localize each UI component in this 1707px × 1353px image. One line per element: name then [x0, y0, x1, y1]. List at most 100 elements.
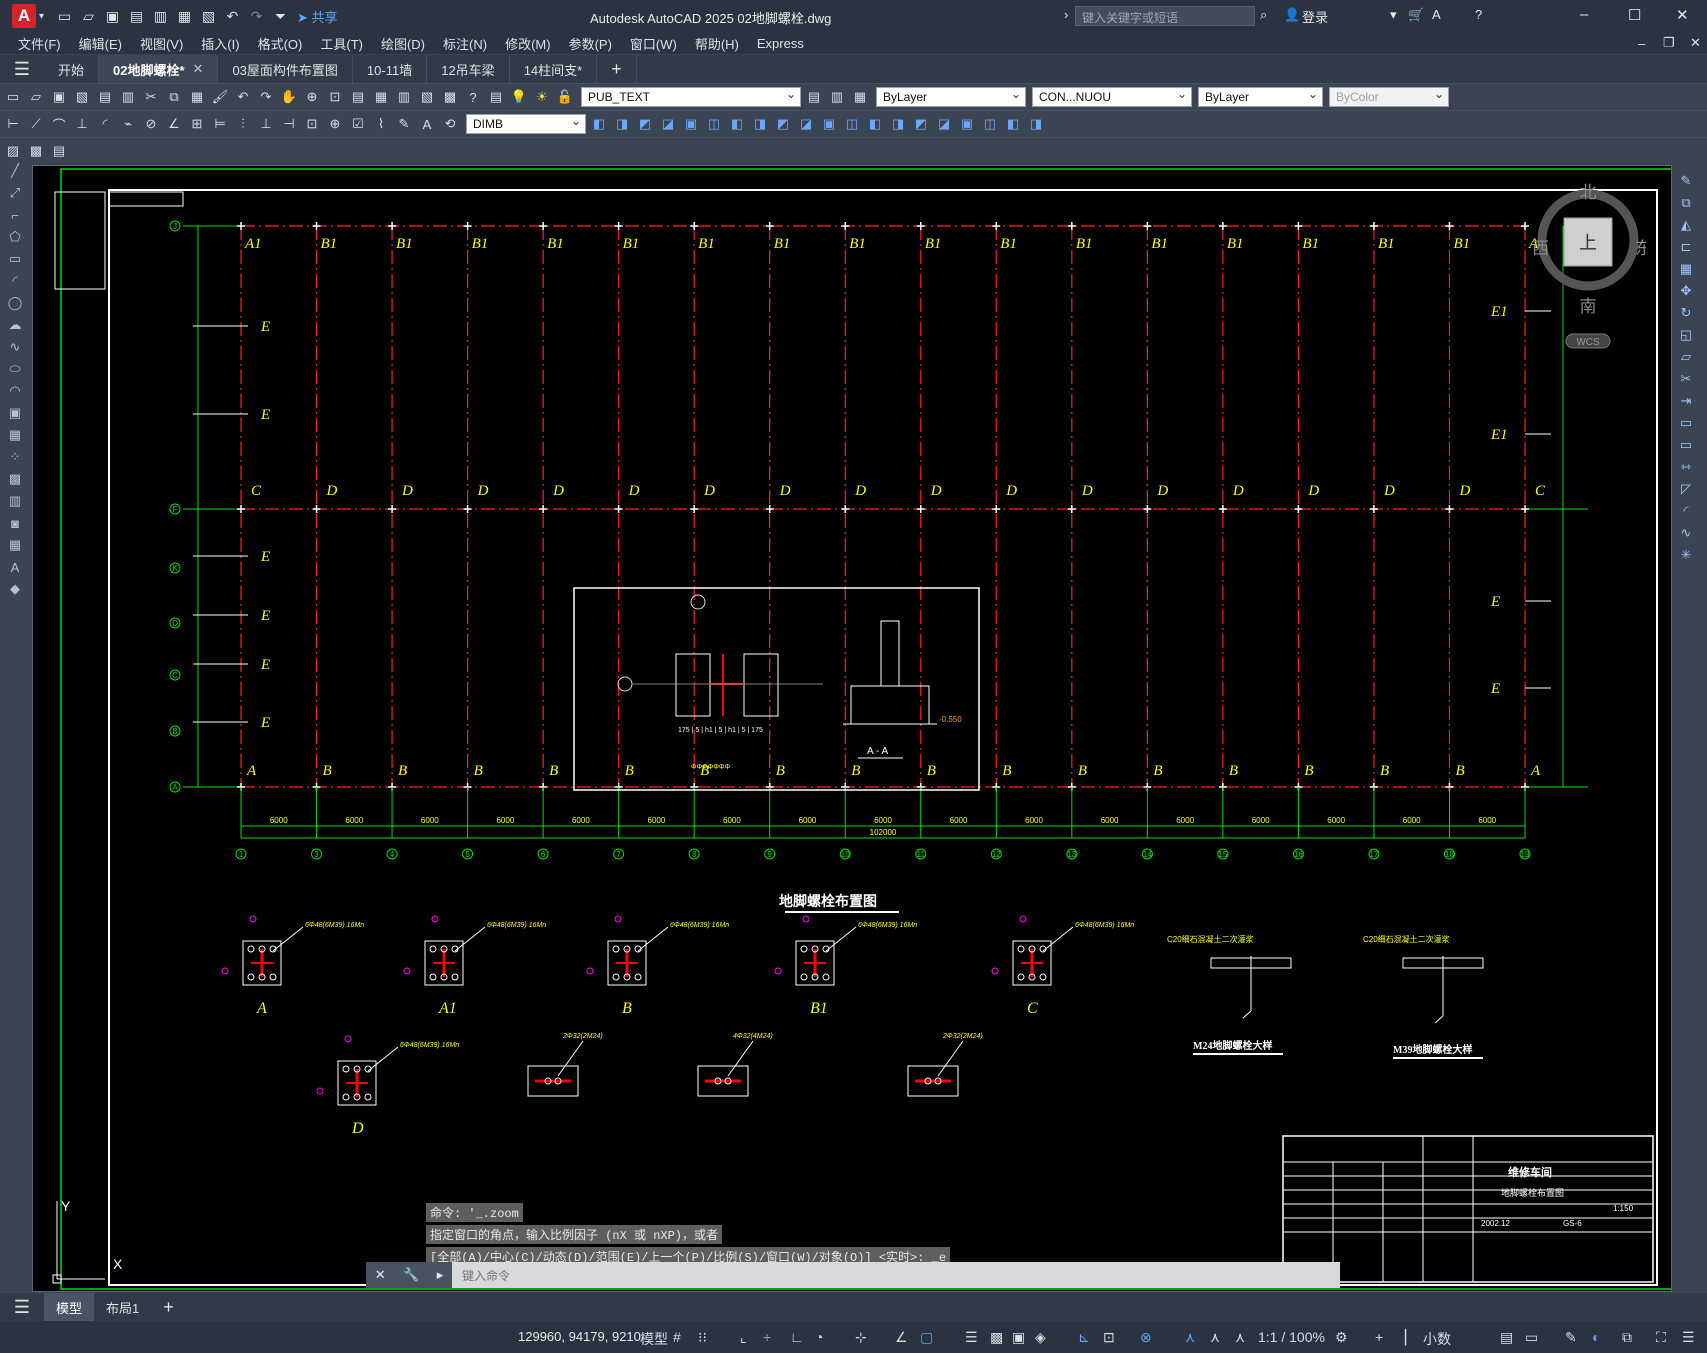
doc-restore-button[interactable]: ❐ — [1663, 35, 1675, 51]
customize-qa-icon[interactable]: ⏷ — [272, 8, 289, 25]
polar-icon[interactable]: ◔ — [815, 1329, 823, 1345]
tab-12-crane-beam[interactable]: 12吊车梁 — [427, 55, 510, 83]
mod-1-icon[interactable]: ◧ — [589, 114, 609, 134]
dim-continue-icon[interactable]: ⫶ — [233, 114, 253, 134]
mod-11-icon[interactable]: ▣ — [819, 114, 839, 134]
snap-icon[interactable]: ⁝⁝ — [698, 1329, 707, 1346]
export-icon[interactable]: ▦ — [176, 8, 193, 25]
quick-props-icon[interactable]: ▤ — [1500, 1329, 1513, 1346]
design-center-icon[interactable]: ▦ — [371, 87, 391, 107]
ellipse-arc-icon[interactable]: ◠ — [0, 380, 30, 402]
line-icon[interactable]: ╱ — [0, 160, 30, 182]
dim-angular-icon[interactable]: ∠ — [164, 114, 184, 134]
arc-icon[interactable]: ◜ — [0, 270, 30, 292]
dimstyle-select[interactable]: DIMB — [466, 114, 586, 134]
polygon-icon[interactable]: ⬠ — [0, 226, 30, 248]
lineweight-icon[interactable]: ☰ — [965, 1329, 978, 1346]
rectangle-icon[interactable]: ▭ — [0, 248, 30, 270]
undo-icon[interactable]: ↶ — [233, 87, 253, 107]
tab-close-icon[interactable]: ✕ — [193, 61, 204, 77]
qnew-icon[interactable]: ▭ — [3, 87, 23, 107]
mod-7-icon[interactable]: ◧ — [727, 114, 747, 134]
mod-12-icon[interactable]: ◫ — [842, 114, 862, 134]
dim-arc-icon[interactable]: ⌒ — [49, 114, 69, 134]
mod-9-icon[interactable]: ◩ — [773, 114, 793, 134]
viewcube-south[interactable]: 南 — [1580, 297, 1597, 317]
osnap-icon[interactable]: ▢ — [920, 1329, 933, 1346]
help-icon[interactable]: ? — [463, 87, 483, 107]
clean-screen-icon[interactable]: ⧉ — [1622, 1329, 1632, 1346]
cmd-customize-icon[interactable]: 🔧 — [403, 1267, 419, 1283]
search-expand-icon[interactable]: › — [1064, 7, 1068, 22]
mod-15-icon[interactable]: ◩ — [911, 114, 931, 134]
save-icon[interactable]: ▣ — [49, 87, 69, 107]
dynamic-ucs-icon[interactable]: ⊾ — [1078, 1329, 1090, 1346]
layer-state-icon[interactable]: ▦ — [850, 87, 870, 107]
menu-help[interactable]: 帮助(H) — [695, 34, 739, 53]
mod-10-icon[interactable]: ◪ — [796, 114, 816, 134]
mod-14-icon[interactable]: ◨ — [888, 114, 908, 134]
mod-3-icon[interactable]: ◩ — [635, 114, 655, 134]
preview-icon[interactable]: ▤ — [95, 87, 115, 107]
new-tab-button[interactable]: + — [597, 55, 637, 83]
cmd-recent-icon[interactable]: ▸ — [437, 1267, 444, 1283]
dim-break-icon[interactable]: ⊣ — [279, 114, 299, 134]
infer-icon[interactable]: ⌞ — [740, 1329, 747, 1346]
viewcube-north[interactable]: 北 — [1580, 183, 1597, 203]
polyline-icon[interactable]: ⌐ — [0, 204, 30, 226]
tab-model[interactable]: 模型 — [44, 1293, 95, 1321]
gradient-icon[interactable]: ▥ — [0, 490, 30, 512]
annomonitor-icon[interactable]: + — [1375, 1329, 1383, 1345]
center-mark-icon[interactable]: ⊕ — [325, 114, 345, 134]
tolerance-icon[interactable]: ⊡ — [302, 114, 322, 134]
insert-block-icon[interactable]: ▩ — [26, 141, 46, 161]
xline-icon[interactable]: ⤢ — [0, 182, 30, 204]
menu-draw[interactable]: 绘图(D) — [381, 34, 425, 53]
array-icon[interactable]: ▦ — [1668, 258, 1704, 280]
zoom-icon[interactable]: ⊕ — [302, 87, 322, 107]
menu-file[interactable]: 文件(F) — [18, 34, 61, 53]
plot-icon[interactable]: ▧ — [200, 8, 217, 25]
osnap-track-icon[interactable]: ∠ — [895, 1329, 908, 1346]
ortho-icon[interactable]: ∟ — [790, 1329, 804, 1345]
make-current-icon[interactable]: ▤ — [804, 87, 824, 107]
redo-icon[interactable]: ↷ — [256, 87, 276, 107]
tab-03-roof[interactable]: 03屋面构件布置图 — [218, 55, 353, 83]
dim-update-icon[interactable]: ⟲ — [440, 114, 460, 134]
cmd-close-icon[interactable]: ✕ — [375, 1267, 386, 1283]
coordinates-readout[interactable]: 129960, 94179, 9210 — [518, 1329, 641, 1344]
match-prop-icon[interactable]: 🖌 — [210, 87, 230, 107]
viewcube-east[interactable]: 东 — [1635, 239, 1652, 259]
annotation-scale-value[interactable]: 1:1 / 100% — [1258, 1329, 1325, 1345]
dim-ordinate-icon[interactable]: ⊥ — [72, 114, 92, 134]
app-menu-button[interactable]: A — [12, 4, 36, 28]
mod-8-icon[interactable]: ◨ — [750, 114, 770, 134]
quick-dim-icon[interactable]: ⊞ — [187, 114, 207, 134]
dim-text-edit-icon[interactable]: A — [417, 114, 437, 134]
units-value[interactable]: 小数 — [1423, 1329, 1451, 1349]
app-menu-chevron-icon[interactable]: ▾ — [39, 11, 44, 22]
menu-view[interactable]: 视图(V) — [140, 34, 183, 53]
menu-insert[interactable]: 插入(I) — [201, 34, 239, 53]
add-layout-button[interactable]: + — [151, 1293, 186, 1321]
table-icon[interactable]: ▦ — [0, 534, 30, 556]
blend-icon[interactable]: ∿ — [1668, 522, 1704, 544]
offset-icon[interactable]: ⊏ — [1668, 236, 1704, 258]
fullscreen-icon[interactable]: ⛶ — [1656, 1329, 1666, 1346]
doc-close-button[interactable]: ✕ — [1690, 35, 1701, 51]
search-icon[interactable]: ⌕ — [1260, 7, 1267, 23]
insert-icon[interactable]: ▣ — [0, 402, 30, 424]
isodraft-icon[interactable]: ⊹ — [855, 1329, 867, 1346]
3d-osnap-icon[interactable]: ◈ — [1035, 1329, 1046, 1346]
layout-menu-icon[interactable]: ☰ — [0, 1297, 44, 1318]
mod-16-icon[interactable]: ◪ — [934, 114, 954, 134]
tab-10-11-wall[interactable]: 10-11墙 — [353, 55, 428, 83]
workspace-icon[interactable]: ⚙ — [1335, 1329, 1348, 1346]
layer-walk-icon[interactable]: ▤ — [49, 141, 69, 161]
annotation-visibility-icon[interactable]: ⋏ — [1185, 1329, 1195, 1346]
save-as-icon[interactable]: ▤ — [128, 8, 145, 25]
mod-13-icon[interactable]: ◧ — [865, 114, 885, 134]
hatch-icon[interactable]: ▩ — [0, 468, 30, 490]
viewcube-west[interactable]: 西 — [1532, 239, 1549, 259]
tab-02-anchor-bolts[interactable]: 02地脚螺栓* ✕ — [99, 55, 219, 83]
